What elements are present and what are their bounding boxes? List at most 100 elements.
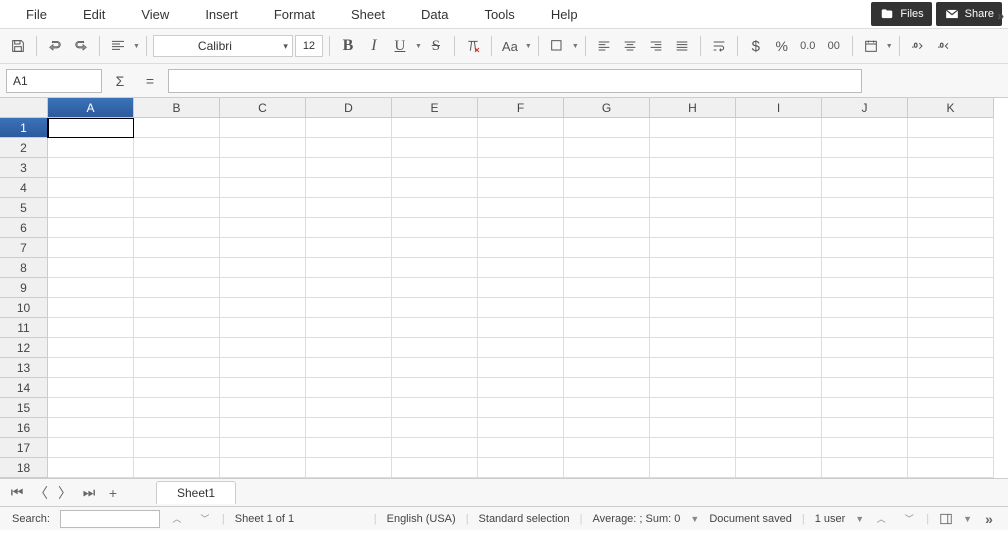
cell-I8[interactable] <box>736 258 822 278</box>
cell-I2[interactable] <box>736 138 822 158</box>
cell-E7[interactable] <box>392 238 478 258</box>
cell-I17[interactable] <box>736 438 822 458</box>
cell-G7[interactable] <box>564 238 650 258</box>
cell-B12[interactable] <box>134 338 220 358</box>
cell-K6[interactable] <box>908 218 994 238</box>
cell-A10[interactable] <box>48 298 134 318</box>
column-header-K[interactable]: K <box>908 98 994 118</box>
cell-G16[interactable] <box>564 418 650 438</box>
cell-E18[interactable] <box>392 458 478 478</box>
cell-B2[interactable] <box>134 138 220 158</box>
cell-G15[interactable] <box>564 398 650 418</box>
cell-J2[interactable] <box>822 138 908 158</box>
cell-D4[interactable] <box>306 178 392 198</box>
cell-G8[interactable] <box>564 258 650 278</box>
cell-E15[interactable] <box>392 398 478 418</box>
cell-F7[interactable] <box>478 238 564 258</box>
cell-F16[interactable] <box>478 418 564 438</box>
cell-F12[interactable] <box>478 338 564 358</box>
cell-H17[interactable] <box>650 438 736 458</box>
next-sheet-icon[interactable]: 〉 <box>54 482 76 504</box>
cell-A14[interactable] <box>48 378 134 398</box>
dropdown-icon[interactable]: ▼ <box>415 43 422 50</box>
cell-A16[interactable] <box>48 418 134 438</box>
cell-H2[interactable] <box>650 138 736 158</box>
undo-icon[interactable] <box>43 34 67 58</box>
cell-J10[interactable] <box>822 298 908 318</box>
cell-K14[interactable] <box>908 378 994 398</box>
cell-H8[interactable] <box>650 258 736 278</box>
cell-F15[interactable] <box>478 398 564 418</box>
row-header-2[interactable]: 2 <box>0 138 48 158</box>
menu-format[interactable]: Format <box>256 3 333 26</box>
cell-D3[interactable] <box>306 158 392 178</box>
cell-B3[interactable] <box>134 158 220 178</box>
cell-F8[interactable] <box>478 258 564 278</box>
cell-K15[interactable] <box>908 398 994 418</box>
column-header-C[interactable]: C <box>220 98 306 118</box>
menu-file[interactable]: File <box>8 3 65 26</box>
cell-A8[interactable] <box>48 258 134 278</box>
cell-C16[interactable] <box>220 418 306 438</box>
cell-K3[interactable] <box>908 158 994 178</box>
language-status[interactable]: English (USA) <box>383 513 460 525</box>
cell-I9[interactable] <box>736 278 822 298</box>
column-header-I[interactable]: I <box>736 98 822 118</box>
cell-D9[interactable] <box>306 278 392 298</box>
column-header-H[interactable]: H <box>650 98 736 118</box>
align-left-icon[interactable] <box>106 34 130 58</box>
cell-H18[interactable] <box>650 458 736 478</box>
cell-D15[interactable] <box>306 398 392 418</box>
cell-H10[interactable] <box>650 298 736 318</box>
cell-H15[interactable] <box>650 398 736 418</box>
redo-icon[interactable] <box>69 34 93 58</box>
dropdown-icon[interactable]: ▼ <box>525 43 532 50</box>
prev-sheet-icon[interactable]: 〈 <box>30 482 52 504</box>
cell-E12[interactable] <box>392 338 478 358</box>
cell-C4[interactable] <box>220 178 306 198</box>
cell-E2[interactable] <box>392 138 478 158</box>
cell-A9[interactable] <box>48 278 134 298</box>
cell-F17[interactable] <box>478 438 564 458</box>
cell-C18[interactable] <box>220 458 306 478</box>
chevron-up-icon[interactable]: ︿ <box>870 508 892 530</box>
menu-data[interactable]: Data <box>403 3 466 26</box>
column-header-E[interactable]: E <box>392 98 478 118</box>
decrease-decimal-icon[interactable]: .0 <box>932 34 956 58</box>
save-icon[interactable] <box>6 34 30 58</box>
toolbar-overflow-icon[interactable]: » <box>997 9 1004 23</box>
cell-B15[interactable] <box>134 398 220 418</box>
cell-E13[interactable] <box>392 358 478 378</box>
cell-H11[interactable] <box>650 318 736 338</box>
align-right-h-icon[interactable] <box>644 34 668 58</box>
chevron-down-icon[interactable]: ﹀ <box>898 508 920 530</box>
menu-help[interactable]: Help <box>533 3 596 26</box>
cell-E8[interactable] <box>392 258 478 278</box>
cell-C5[interactable] <box>220 198 306 218</box>
cell-B14[interactable] <box>134 378 220 398</box>
formula-input[interactable] <box>168 69 862 93</box>
fill-color-icon[interactable] <box>545 34 569 58</box>
cell-reference-input[interactable]: A1 <box>6 69 102 93</box>
cell-K1[interactable] <box>908 118 994 138</box>
column-header-A[interactable]: A <box>48 98 134 118</box>
row-header-3[interactable]: 3 <box>0 158 48 178</box>
cell-J6[interactable] <box>822 218 908 238</box>
cell-H9[interactable] <box>650 278 736 298</box>
dropdown-icon[interactable]: ▼ <box>886 43 893 50</box>
currency-icon[interactable]: $ <box>744 34 768 58</box>
cell-A13[interactable] <box>48 358 134 378</box>
cell-C12[interactable] <box>220 338 306 358</box>
cell-B7[interactable] <box>134 238 220 258</box>
sigma-icon[interactable]: Σ <box>108 69 132 93</box>
cell-J16[interactable] <box>822 418 908 438</box>
row-header-17[interactable]: 17 <box>0 438 48 458</box>
cell-G13[interactable] <box>564 358 650 378</box>
cell-E5[interactable] <box>392 198 478 218</box>
cell-F11[interactable] <box>478 318 564 338</box>
cell-G6[interactable] <box>564 218 650 238</box>
search-next-icon[interactable]: ﹀ <box>194 508 216 530</box>
cell-A17[interactable] <box>48 438 134 458</box>
cell-A2[interactable] <box>48 138 134 158</box>
cell-B18[interactable] <box>134 458 220 478</box>
